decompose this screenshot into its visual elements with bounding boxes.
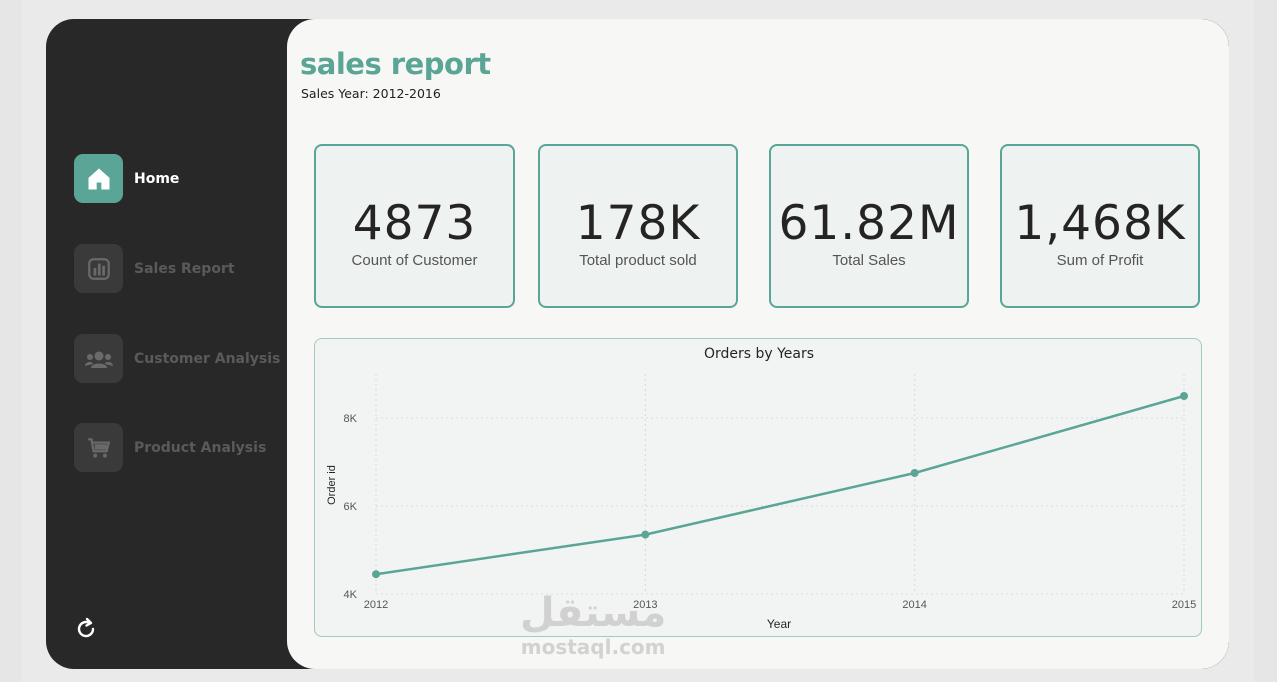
x-tick-label: 2015	[1172, 599, 1196, 611]
kpi-card-products[interactable]: 178K Total product sold	[538, 144, 738, 308]
watermark-arabic: مستقل	[520, 590, 667, 636]
x-tick-label: 2012	[364, 599, 388, 611]
watermark-latin: mostaql.com	[520, 635, 666, 659]
main-content: sales report Sales Year: 2012-2016 4873 …	[287, 19, 1229, 669]
dashboard-frame: Home Sales Report Customer Analysis Prod…	[46, 19, 1229, 669]
users-icon	[74, 334, 123, 383]
chart-title: Orders by Years	[704, 346, 814, 362]
kpi-label: Total Sales	[832, 252, 906, 269]
sidebar-item-product-analysis[interactable]: Product Analysis	[74, 423, 266, 472]
sidebar-item-label: Sales Report	[134, 260, 235, 277]
kpi-label: Count of Customer	[351, 252, 478, 269]
page-title: sales report	[300, 47, 491, 81]
page-subtitle: Sales Year: 2012-2016	[301, 86, 441, 101]
kpi-value: 4873	[352, 196, 477, 251]
sidebar: Home Sales Report Customer Analysis Prod…	[46, 19, 306, 669]
sidebar-item-sales-report[interactable]: Sales Report	[74, 244, 235, 293]
kpi-card-profit[interactable]: 1,468K Sum of Profit	[1000, 144, 1200, 308]
home-icon	[74, 154, 123, 203]
line-chart: Orders by Years Year Order id 4K 6K 8K 2012…	[326, 346, 1196, 631]
series-line	[375, 394, 1185, 576]
kpi-card-customers[interactable]: 4873 Count of Customer	[314, 144, 515, 308]
data-point[interactable]	[1180, 392, 1188, 400]
kpi-label: Sum of Profit	[1056, 252, 1144, 269]
y-axis-label: Order id	[326, 465, 338, 505]
y-tick-label: 8K	[344, 413, 358, 425]
cart-icon	[74, 423, 123, 472]
refresh-icon[interactable]	[74, 617, 98, 641]
kpi-value: 1,468K	[1014, 196, 1186, 251]
x-axis-label: Year	[767, 617, 791, 631]
kpi-label: Total product sold	[579, 252, 697, 269]
sidebar-item-label: Home	[134, 170, 180, 187]
sidebar-item-label: Product Analysis	[134, 439, 267, 456]
y-tick-label: 6K	[344, 501, 358, 513]
kpi-value: 61.82M	[778, 196, 960, 251]
y-tick-label: 4K	[344, 589, 358, 601]
kpi-value: 178K	[575, 196, 701, 251]
data-point[interactable]	[641, 530, 650, 539]
watermark: مستقل mostaql.com	[520, 590, 666, 658]
orders-by-years-chart[interactable]: Orders by Years Year Order id 4K 6K 8K 2012…	[314, 338, 1202, 637]
sidebar-item-label: Customer Analysis	[134, 350, 281, 367]
data-point[interactable]	[372, 570, 380, 579]
sidebar-item-customer-analysis[interactable]: Customer Analysis	[74, 334, 280, 383]
data-point[interactable]	[910, 469, 919, 477]
x-tick-label: 2014	[902, 599, 926, 611]
sidebar-item-home[interactable]: Home	[74, 154, 179, 203]
kpi-card-sales[interactable]: 61.82M Total Sales	[769, 144, 969, 308]
bar-chart-icon	[74, 244, 123, 293]
